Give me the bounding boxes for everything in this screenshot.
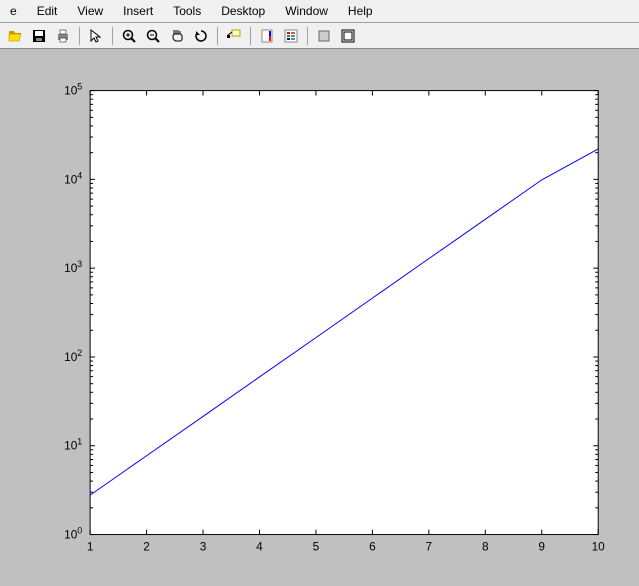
- svg-text:9: 9: [538, 539, 545, 553]
- svg-text:100: 100: [64, 526, 82, 542]
- svg-text:2: 2: [143, 539, 150, 553]
- save-icon[interactable]: [28, 25, 50, 47]
- print-icon[interactable]: [52, 25, 74, 47]
- colorbar-icon[interactable]: [256, 25, 278, 47]
- toolbar-separator: [250, 27, 251, 45]
- hide-tools-icon[interactable]: [313, 25, 335, 47]
- svg-text:3: 3: [200, 539, 207, 553]
- legend-icon[interactable]: [280, 25, 302, 47]
- toolbar-separator: [217, 27, 218, 45]
- svg-text:5: 5: [313, 539, 320, 553]
- pointer-icon[interactable]: [85, 25, 107, 47]
- menu-insert[interactable]: Insert: [113, 2, 163, 20]
- menu-view[interactable]: View: [67, 2, 113, 20]
- svg-text:8: 8: [482, 539, 489, 553]
- toolbar-separator: [112, 27, 113, 45]
- open-icon[interactable]: [4, 25, 26, 47]
- svg-text:101: 101: [64, 437, 82, 453]
- menu-help[interactable]: Help: [338, 2, 383, 20]
- svg-text:102: 102: [64, 348, 82, 364]
- svg-text:1: 1: [87, 539, 94, 553]
- svg-text:7: 7: [426, 539, 433, 553]
- svg-text:4: 4: [256, 539, 263, 553]
- zoom-out-icon[interactable]: [142, 25, 164, 47]
- svg-text:104: 104: [64, 170, 82, 186]
- axes[interactable]: 1 2 3 4 5 6 7 8 9 10 100 101 102 103 104 105: [12, 61, 627, 574]
- svg-text:6: 6: [369, 539, 376, 553]
- svg-text:105: 105: [64, 82, 82, 98]
- menu-desktop[interactable]: Desktop: [211, 2, 275, 20]
- menu-bar: e Edit View Insert Tools Desktop Window …: [0, 0, 639, 23]
- plot-container: 1 2 3 4 5 6 7 8 9 10 100 101 102 103 104 105: [12, 61, 627, 574]
- menu-file[interactable]: e: [0, 2, 27, 20]
- menu-window[interactable]: Window: [275, 2, 338, 20]
- toolbar-separator: [307, 27, 308, 45]
- zoom-in-icon[interactable]: [118, 25, 140, 47]
- pan-icon[interactable]: [166, 25, 188, 47]
- figure-area: 1 2 3 4 5 6 7 8 9 10 100 101 102 103 104 105: [0, 49, 639, 586]
- svg-text:10: 10: [592, 539, 606, 553]
- rotate-icon[interactable]: [190, 25, 212, 47]
- data-cursor-icon[interactable]: [223, 25, 245, 47]
- show-tools-icon[interactable]: [337, 25, 359, 47]
- menu-edit[interactable]: Edit: [27, 2, 68, 20]
- toolbar: [0, 23, 639, 49]
- menu-tools[interactable]: Tools: [163, 2, 211, 20]
- svg-text:103: 103: [64, 259, 82, 275]
- toolbar-separator: [79, 27, 80, 45]
